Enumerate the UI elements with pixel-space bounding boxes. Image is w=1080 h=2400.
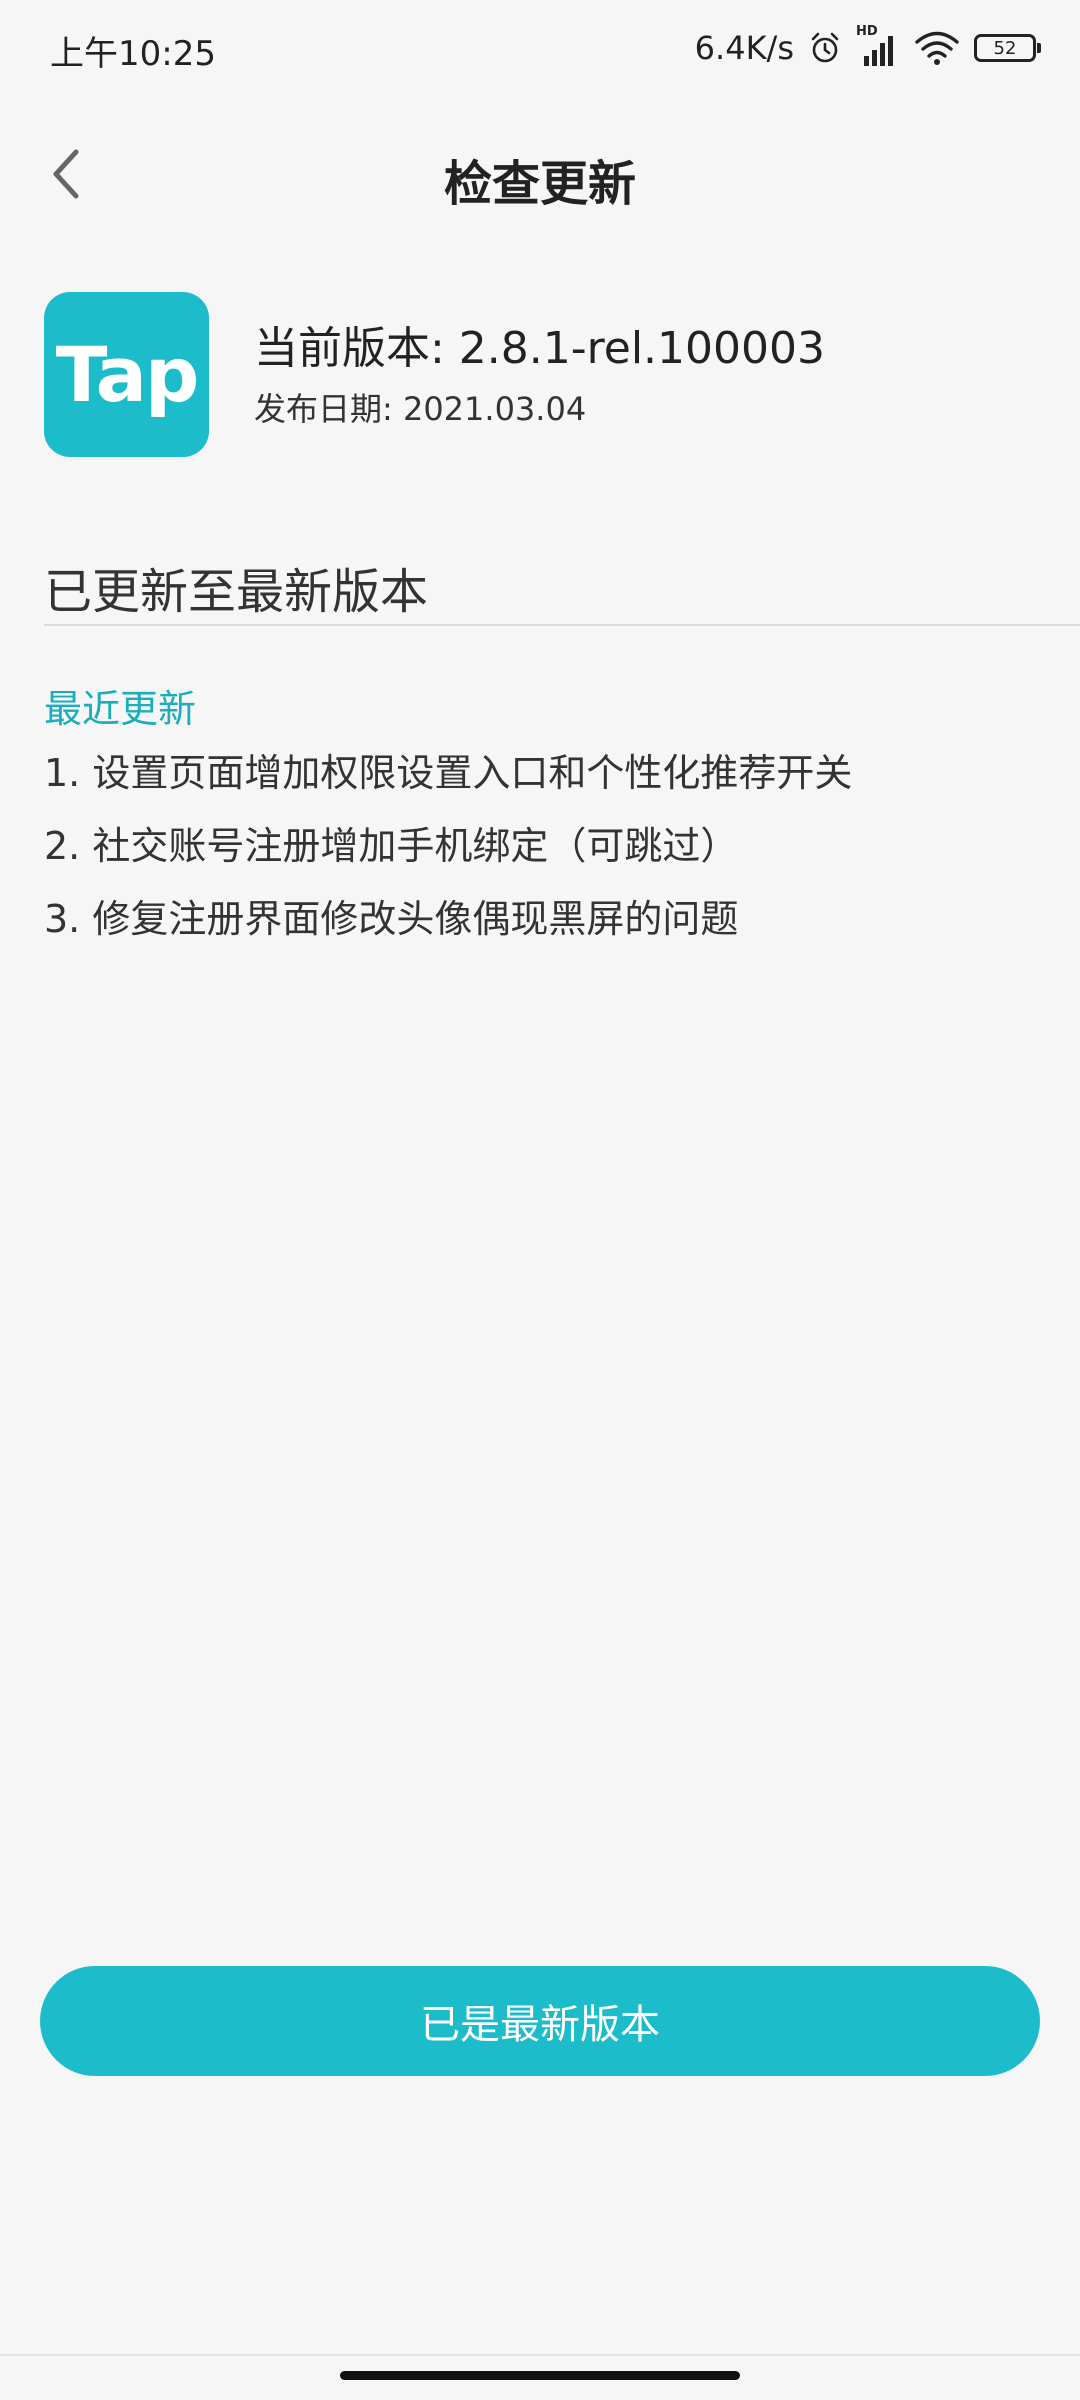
recent-updates-title: 最近更新 (44, 687, 197, 731)
status-time: 上午10:25 (50, 34, 216, 74)
changelog-list: 1. 设置页面增加权限设置入口和个性化推荐开关 2. 社交账号注册增加手机绑定（… (44, 748, 852, 967)
list-item: 1. 设置页面增加权限设置入口和个性化推荐开关 (44, 751, 853, 795)
app-info: Tap 当前版本: 2.8.1-rel.100003 发布日期: 2021.03… (44, 292, 1044, 462)
status-indicators: 6.4K/s HD 52 (694, 24, 1041, 70)
wifi-icon (914, 30, 960, 66)
release-date: 发布日期: 2021.03.04 (254, 390, 587, 428)
bottom-divider (0, 2354, 1080, 2356)
status-bar: 上午10:25 6.4K/s HD 52 (0, 0, 1080, 100)
network-speed: 6.4K/s (694, 29, 794, 67)
already-latest-button[interactable]: 已是最新版本 (40, 1966, 1040, 2076)
update-status-heading: 已更新至最新版本 (44, 564, 429, 620)
alarm-icon (808, 31, 842, 65)
battery-icon: 52 (974, 34, 1041, 62)
page-title: 检查更新 (443, 156, 636, 212)
current-version: 当前版本: 2.8.1-rel.100003 (254, 323, 826, 374)
app-bar: 检查更新 (0, 120, 1080, 230)
app-logo-text: Tap (55, 330, 200, 419)
battery-level: 52 (993, 37, 1017, 59)
list-item: 3. 修复注册界面修改头像偶现黑屏的问题 (44, 897, 739, 941)
home-indicator[interactable] (340, 2371, 740, 2380)
signal-icon: HD (856, 24, 900, 68)
divider (44, 624, 1080, 626)
list-item: 2. 社交账号注册增加手机绑定（可跳过） (44, 824, 739, 868)
app-logo: Tap (44, 292, 209, 457)
